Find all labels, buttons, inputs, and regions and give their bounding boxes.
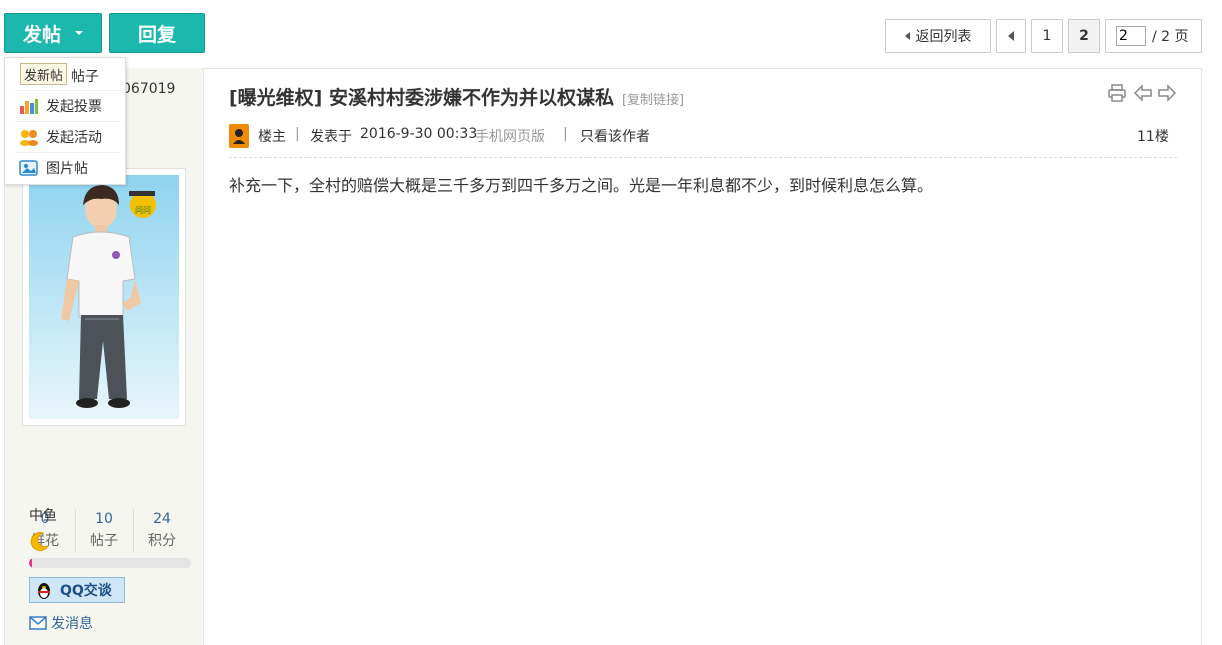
menu-item-picture[interactable]: 图片帖 <box>5 153 125 183</box>
stat-posts[interactable]: 10 帖子 <box>75 508 133 552</box>
arrow-left-icon[interactable] <box>1133 84 1153 102</box>
menu-divider <box>15 121 121 122</box>
back-to-list-button[interactable]: 返回列表 <box>885 19 991 53</box>
send-message-label: 发消息 <box>51 616 93 632</box>
page-1-link[interactable]: 1 <box>1031 19 1063 53</box>
qq-chat-button[interactable]: QQ交谈 <box>29 577 125 603</box>
new-post-button[interactable]: 发帖 <box>4 13 102 53</box>
moon-icon <box>30 532 50 552</box>
envelope-icon <box>29 616 47 630</box>
post-title: [曝光维权] 安溪村村委涉嫌不作为并以权谋私 <box>229 87 614 109</box>
back-to-list-label: 返回列表 <box>915 29 972 45</box>
menu-item-poll[interactable]: 发起投票 <box>5 91 125 121</box>
floor-number[interactable]: 11楼 <box>1137 126 1169 146</box>
user-rank[interactable]: 中鱼 <box>29 505 57 525</box>
post-datetime: 2016-9-30 00:33 <box>360 126 478 142</box>
stat-label: 积分 <box>148 533 176 549</box>
info-separator: | <box>295 126 300 142</box>
menu-divider <box>15 152 121 153</box>
stat-value: 10 <box>95 511 113 527</box>
print-icon[interactable] <box>1107 83 1127 103</box>
picture-icon <box>19 159 39 177</box>
reply-label: 回复 <box>137 23 176 46</box>
posted-prefix: 发表于 <box>310 129 352 145</box>
post-title-row: [曝光维权] 安溪村村委涉嫌不作为并以权谋私 [复制链接] <box>229 83 684 110</box>
send-message-link[interactable]: 发消息 <box>29 613 93 633</box>
rank-progress-bar <box>29 558 191 568</box>
total-pages-label: / 2 页 <box>1152 29 1189 45</box>
new-post-label: 发帖 <box>22 23 61 46</box>
menu-item-label: 图片帖 <box>46 161 88 177</box>
people-group-icon <box>19 128 39 146</box>
post-content: 补充一下，全村的赔偿大概是三千多万到四千多万之间。光是一年利息都不少，到时候利息… <box>229 176 934 195</box>
menu-item-label: 发起投票 <box>46 99 102 115</box>
rank-progress-fill <box>29 558 32 568</box>
page-number: 1 <box>1042 28 1052 44</box>
menu-item-label: 帖子 <box>71 69 99 85</box>
info-separator: | <box>563 126 568 142</box>
menu-divider <box>15 90 121 91</box>
avatar[interactable]: 问问 <box>22 168 186 426</box>
post-header-divider <box>229 157 1177 158</box>
caret-left-icon <box>904 32 910 40</box>
post-table-border <box>1201 68 1202 645</box>
author-id-partial: 067019 <box>122 81 176 97</box>
page-number: 2 <box>1079 28 1089 44</box>
avatar-figure-icon: 问问 <box>29 175 179 419</box>
tooltip: 发新帖 <box>20 63 68 85</box>
chevron-down-icon <box>75 31 83 35</box>
stat-points[interactable]: 24 积分 <box>133 508 191 552</box>
post-table-border <box>204 68 1202 69</box>
poll-chart-icon <box>19 97 39 115</box>
page-jump-box: / 2 页 <box>1105 19 1202 53</box>
caret-left-icon <box>1008 31 1014 41</box>
menu-item-activity[interactable]: 发起活动 <box>5 122 125 152</box>
avatar-badge: 问问 <box>135 206 151 215</box>
post-client[interactable]: 手机网页版 <box>475 126 545 146</box>
page-2-current: 2 <box>1068 19 1100 53</box>
stat-label: 帖子 <box>90 533 118 549</box>
menu-item-label: 发起活动 <box>46 130 102 146</box>
page-jump-input[interactable] <box>1116 26 1146 46</box>
stat-value: 24 <box>153 511 171 527</box>
qq-chat-label: QQ交谈 <box>60 583 112 599</box>
prev-page-button[interactable] <box>996 19 1026 53</box>
only-author-link[interactable]: 只看该作者 <box>580 126 650 146</box>
copy-link[interactable]: [复制链接] <box>622 89 684 108</box>
qq-penguin-icon <box>34 580 54 600</box>
arrow-right-icon[interactable] <box>1157 84 1177 102</box>
owner-badge-icon <box>229 124 249 148</box>
reply-button[interactable]: 回复 <box>109 13 205 53</box>
post-role: 楼主 <box>258 129 286 145</box>
